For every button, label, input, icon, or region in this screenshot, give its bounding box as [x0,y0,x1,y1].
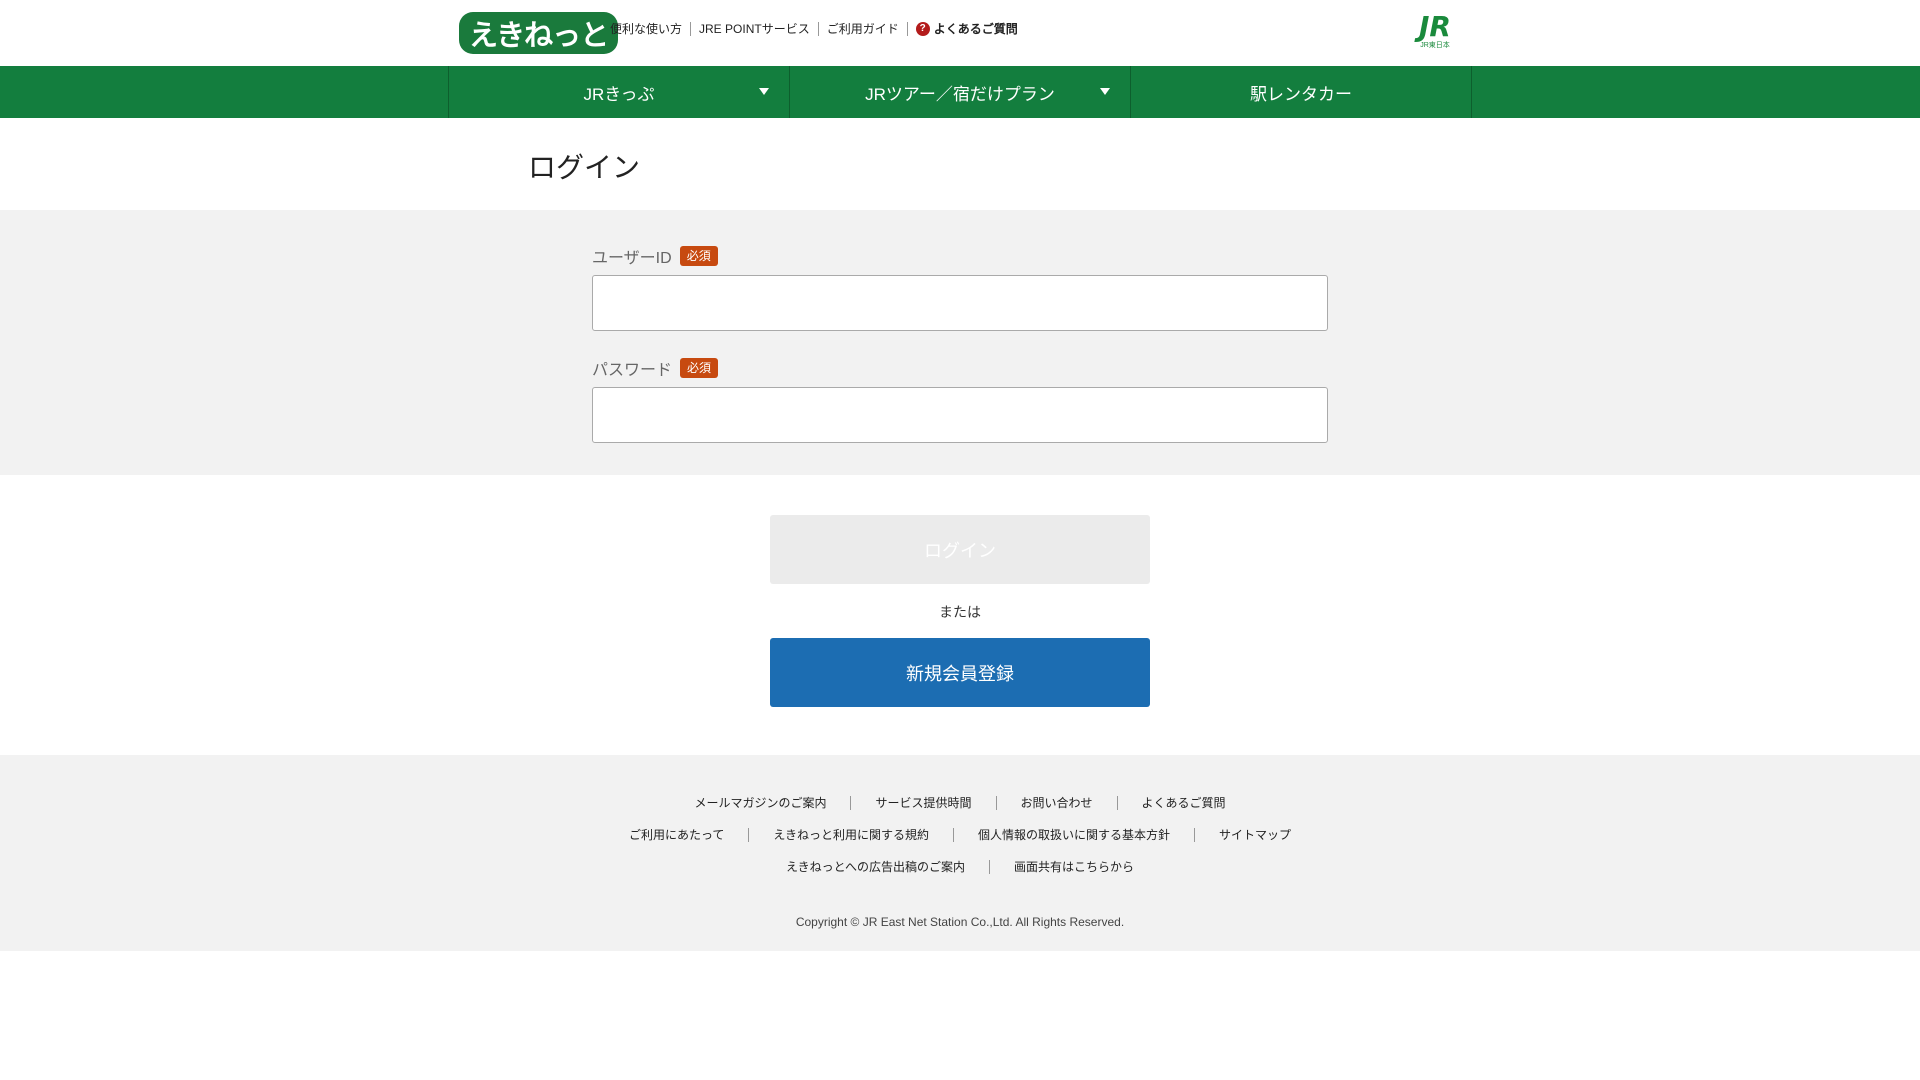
nav-label: 駅レンタカー [1250,84,1352,104]
userid-label-text: ユーザーID [592,250,672,267]
nav-jr-tour[interactable]: JRツアー／宿だけプラン [790,66,1131,118]
footer-link-privacy-policy[interactable]: 個人情報の取扱いに関する基本方針 [954,828,1196,842]
footer-link-screen-share[interactable]: 画面共有はこちらから [990,860,1158,874]
global-nav: JRきっぷ JRツアー／宿だけプラン 駅レンタカー [0,66,1920,118]
link-user-guide[interactable]: ご利用ガイド [819,22,908,36]
or-text: または [939,604,981,620]
footer-link-ekinet-terms[interactable]: えきねっと利用に関する規約 [749,828,955,842]
page-title: ログイン [528,152,641,183]
nav-rent-a-car[interactable]: 駅レンタカー [1131,66,1472,118]
top-links: 便利な使い方 JRE POINTサービス ご利用ガイド ? よくあるご質問 [610,22,1026,36]
footer-link-contact[interactable]: お問い合わせ [997,796,1118,810]
jr-east-logo[interactable]: JR JR東日本 [1410,13,1460,53]
required-badge: 必須 [680,358,719,378]
register-button[interactable]: 新規会員登録 [770,638,1150,707]
footer-links-row2: ご利用にあたって えきねっと利用に関する規約 個人情報の取扱いに関する基本方針 … [0,828,1920,842]
userid-input[interactable] [592,275,1328,331]
footer-link-service-hours[interactable]: サービス提供時間 [851,796,997,810]
password-input[interactable] [592,387,1328,443]
nav-label: JRきっぷ [583,84,655,104]
caret-down-icon [1100,88,1110,95]
login-button[interactable]: ログイン [770,515,1150,584]
password-label-text: パスワード [592,362,673,379]
password-label: パスワード 必須 [592,356,719,380]
link-how-to-use[interactable]: 便利な使い方 [610,22,692,36]
faq-label: よくあるご質問 [933,22,1018,36]
logo-text: えきねっと [469,18,609,52]
required-badge: 必須 [679,246,718,266]
jr-logo-sub: JR東日本 [1420,42,1450,49]
login-form: ユーザーID 必須 パスワード 必須 [0,210,1920,475]
ekinet-logo[interactable]: えきねっと [459,12,619,54]
footer-link-advertising[interactable]: えきねっとへの広告出稿のご案内 [762,860,991,874]
caret-down-icon [759,88,769,95]
footer-link-faq[interactable]: よくあるご質問 [1118,796,1250,810]
footer-link-terms-of-use[interactable]: ご利用にあたって [605,828,750,842]
copyright-text: Copyright © JR East Net Station Co.,Ltd.… [795,915,1125,929]
footer-link-sitemap[interactable]: サイトマップ [1195,828,1315,842]
footer-links-row3: えきねっとへの広告出稿のご案内 画面共有はこちらから [0,860,1920,874]
nav-jr-tickets[interactable]: JRきっぷ [449,66,790,118]
site-footer: メールマガジンのご案内 サービス提供時間 お問い合わせ よくあるご質問 ご利用に… [0,755,1920,951]
userid-label: ユーザーID 必須 [592,244,718,268]
question-icon: ? [915,22,930,36]
nav-label: JRツアー／宿だけプラン [865,84,1055,104]
site-header: えきねっと 便利な使い方 JRE POINTサービス ご利用ガイド ? よくある… [0,0,1920,66]
footer-link-mail-magazine[interactable]: メールマガジンのご案内 [670,796,852,810]
jr-logo-mark: JR [1419,10,1451,43]
footer-links-row1: メールマガジンのご案内 サービス提供時間 お問い合わせ よくあるご質問 [0,796,1920,810]
link-faq[interactable]: ? よくあるご質問 [908,22,1026,36]
link-jre-point[interactable]: JRE POINTサービス [691,22,819,36]
